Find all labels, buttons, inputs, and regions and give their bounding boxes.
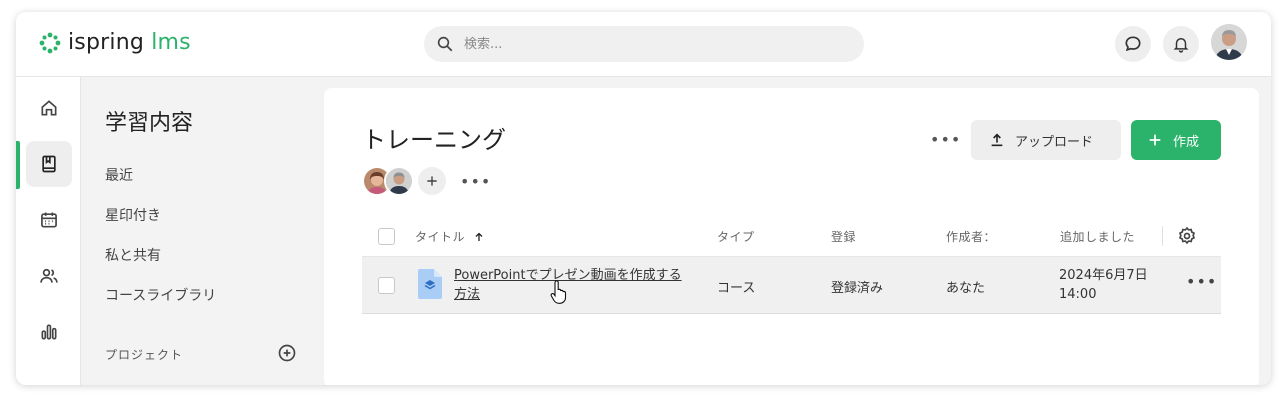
logo-icon xyxy=(39,32,61,53)
add-member-button[interactable] xyxy=(418,167,446,195)
rail-item-calendar[interactable] xyxy=(26,197,72,243)
members-more-icon[interactable]: ••• xyxy=(460,172,491,191)
bell-icon xyxy=(1173,38,1189,53)
upload-button-label: アップロード xyxy=(1015,134,1094,150)
active-indicator xyxy=(16,141,20,189)
sidebar-item-shared[interactable]: 私と共有 xyxy=(105,245,161,265)
sidebar-item-starred[interactable]: 星印付き xyxy=(105,205,161,225)
search-bar[interactable] xyxy=(424,26,864,62)
create-button[interactable]: 作成 xyxy=(1131,120,1221,160)
logo-text-ispring: ispring xyxy=(68,30,145,55)
page-title: トレーニング xyxy=(362,126,506,154)
select-all-checkbox[interactable] xyxy=(378,228,395,245)
top-header: ispring lms xyxy=(16,12,1271,77)
add-project-icon[interactable] xyxy=(277,343,297,363)
column-divider xyxy=(1162,226,1163,246)
member-avatar[interactable] xyxy=(384,166,414,196)
logo-text-lms: lms xyxy=(151,30,191,55)
table-row[interactable]: PowerPointでプレゼン動画を作成する方法 コース 登録済み あなた 20… xyxy=(362,257,1221,314)
sidebar-item-recent[interactable]: 最近 xyxy=(105,165,133,185)
create-button-label: 作成 xyxy=(1173,134,1200,150)
plus-icon xyxy=(1149,134,1161,146)
column-header-added[interactable]: 追加しました xyxy=(1060,228,1135,245)
more-actions-icon[interactable]: ••• xyxy=(930,130,961,149)
main-panel: トレーニング ••• ••• アップロード 作成 タイトル タイプ 登録 作成者… xyxy=(324,88,1259,385)
hand-cursor-icon xyxy=(550,280,567,304)
users-icon xyxy=(40,268,58,283)
column-header-type[interactable]: タイプ xyxy=(717,228,755,245)
member-photo-icon xyxy=(386,168,412,194)
sidebar-title: 学習内容 xyxy=(105,111,194,136)
content-sidebar: 学習内容 最近 星印付き 私と共有 コースライブラリ プロジェクト xyxy=(81,77,323,385)
upload-icon xyxy=(991,133,1003,147)
home-icon xyxy=(41,100,57,116)
plus-icon xyxy=(427,176,437,186)
row-checkbox[interactable] xyxy=(378,277,395,294)
row-enrollment: 登録済み xyxy=(831,281,884,296)
user-avatar[interactable] xyxy=(1211,24,1247,60)
sidebar-item-course-library[interactable]: コースライブラリ xyxy=(105,285,216,305)
column-header-title-label: タイトル xyxy=(415,230,466,244)
row-added-date: 2024年6月7日 14:00 xyxy=(1059,268,1148,302)
rail-item-reports[interactable] xyxy=(26,309,72,355)
user-photo-icon xyxy=(1211,24,1247,60)
search-icon xyxy=(437,36,453,52)
calendar-icon xyxy=(41,212,57,228)
column-header-title[interactable]: タイトル xyxy=(415,228,485,245)
icon-rail xyxy=(16,77,81,385)
app-window: ispring lms 検索... 学習内容 最近 星印付き 私と共有 コースラ… xyxy=(16,12,1271,385)
search-input[interactable] xyxy=(462,35,826,53)
ispring-logo[interactable]: ispring lms xyxy=(38,30,191,55)
upload-button[interactable]: アップロード xyxy=(971,120,1121,160)
row-more-icon[interactable]: ••• xyxy=(1186,272,1217,291)
column-header-enrollment[interactable]: 登録 xyxy=(831,228,856,245)
column-header-author[interactable]: 作成者： xyxy=(946,228,996,245)
rail-item-home[interactable] xyxy=(26,85,72,131)
projects-section-label: プロジェクト xyxy=(105,348,184,362)
rail-item-users[interactable] xyxy=(26,253,72,299)
row-type: コース xyxy=(717,281,756,296)
course-title-link[interactable]: PowerPointでプレゼン動画を作成する方法 xyxy=(454,266,694,304)
row-author: あなた xyxy=(946,281,986,296)
sort-ascending-icon xyxy=(475,232,483,241)
chat-bubble-icon xyxy=(1125,36,1141,52)
members-row: ••• xyxy=(362,166,491,196)
chat-button[interactable] xyxy=(1115,26,1151,62)
column-settings-gear-icon[interactable] xyxy=(1177,226,1197,246)
logo-text: ispring lms xyxy=(68,30,191,55)
book-icon xyxy=(42,155,56,173)
notifications-button[interactable] xyxy=(1163,26,1199,62)
bar-chart-icon xyxy=(41,324,57,340)
rail-item-learning[interactable] xyxy=(26,141,72,187)
course-file-icon xyxy=(418,269,442,299)
